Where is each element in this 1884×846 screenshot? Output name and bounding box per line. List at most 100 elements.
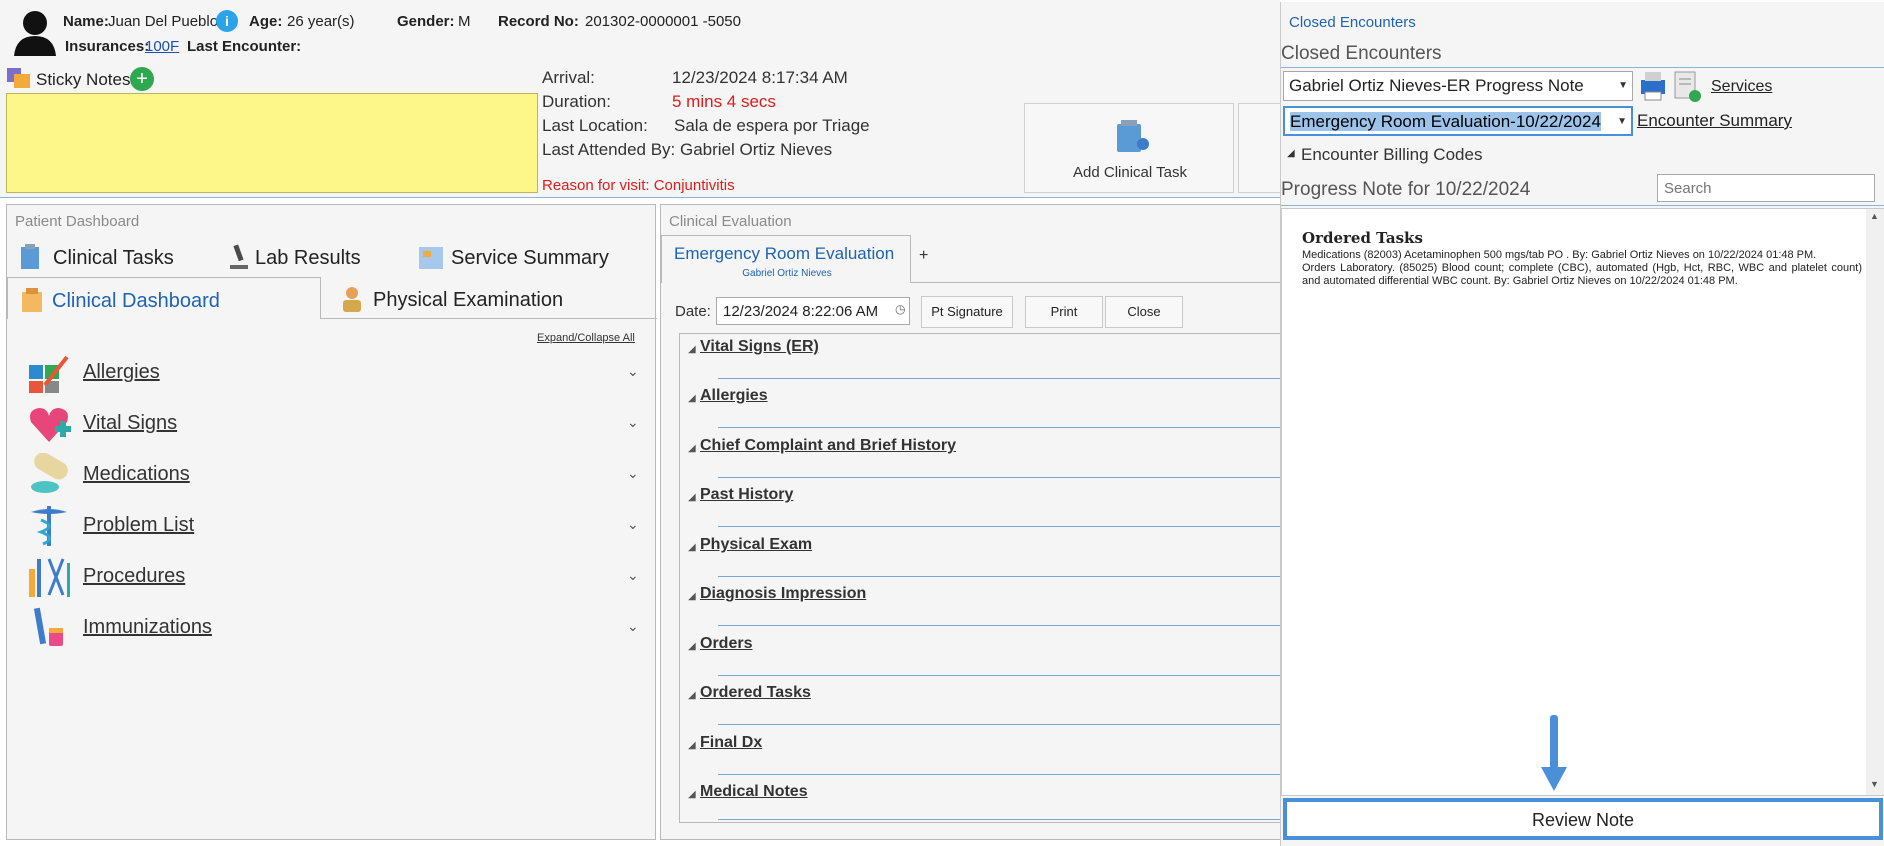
patient-name: Juan Del Pueblo [108, 13, 219, 30]
location-label: Last Location: [542, 116, 648, 135]
collapse-icon: ◢ [688, 443, 696, 454]
printer-icon[interactable] [1637, 70, 1669, 102]
review-note-button[interactable]: Review Note [1283, 798, 1883, 840]
tab-emergency-room-evaluation[interactable]: Emergency Room Evaluation Gabriel Ortiz … [661, 235, 911, 283]
dashboard-item-vital-signs[interactable]: Vital Signs ⌄ [21, 400, 641, 448]
section-diagnosis-impression[interactable]: ◢ Diagnosis Impression [680, 581, 1282, 629]
tab-clinical-dashboard[interactable]: Clinical Dashboard [7, 277, 321, 319]
date-label: Date: [675, 303, 711, 320]
vertical-scrollbar[interactable]: ▲ ▼ [1866, 209, 1884, 795]
microscope-icon [230, 244, 248, 269]
next-tile[interactable] [1238, 103, 1280, 193]
dashboard-item-medications[interactable]: Medications ⌄ [21, 451, 641, 499]
arrival-label: Arrival: [542, 68, 595, 87]
section-chief-complaint[interactable]: ◢ Chief Complaint and Brief History [680, 433, 1282, 481]
progress-note-select[interactable]: Gabriel Ortiz Nieves-ER Progress Note ▼ [1283, 71, 1633, 101]
patient-dashboard-title: Patient Dashboard [15, 213, 140, 230]
vital-signs-icon [30, 408, 71, 442]
date-field[interactable]: 12/23/2024 8:22:06 AM ◷ [716, 297, 910, 325]
close-button[interactable]: Close [1105, 296, 1183, 328]
tab-physical-examination[interactable]: Physical Examination [339, 283, 579, 317]
collapse-icon: ◢ [688, 393, 696, 404]
tab-service-summary[interactable]: Service Summary [417, 241, 627, 275]
record-label: Record No: [498, 13, 579, 30]
chevron-down-icon: ⌄ [627, 516, 639, 532]
section-physical-exam[interactable]: ◢ Physical Exam [680, 532, 1282, 580]
section-vital-signs[interactable]: ◢ Vital Signs (ER) [680, 334, 1282, 382]
pt-signature-button[interactable]: Pt Signature [921, 296, 1013, 328]
duration-value: 5 mins 4 secs [672, 92, 776, 111]
scroll-down-icon[interactable]: ▼ [1870, 779, 1879, 789]
medications-icon [31, 453, 68, 493]
name-label: Name: [63, 13, 109, 30]
section-ordered-tasks[interactable]: ◢ Ordered Tasks [680, 680, 1282, 728]
add-tab-button[interactable]: + [919, 247, 928, 265]
sticky-notes-label: Sticky Notes [36, 70, 131, 89]
duration-label: Duration: [542, 92, 611, 111]
clinical-evaluation-title: Clinical Evaluation [669, 213, 792, 230]
collapse-icon: ◢ [688, 591, 696, 602]
print-button[interactable]: Print [1025, 296, 1103, 328]
sticky-note-area[interactable] [6, 93, 538, 193]
note-orders-line: Orders Laboratory. (85025) Blood count; … [1302, 262, 1862, 287]
collapse-icon: ◢ [688, 641, 696, 652]
collapse-icon: ◢ [688, 690, 696, 701]
section-past-history[interactable]: ◢ Past History [680, 482, 1282, 530]
patient-age: 26 year(s) [287, 13, 355, 30]
last-encounter-label: Last Encounter: [187, 38, 302, 55]
dashboard-item-allergies[interactable]: Allergies ⌄ [21, 349, 641, 397]
section-allergies[interactable]: ◢ Allergies [680, 383, 1282, 431]
add-clinical-task-label: Add Clinical Task [1073, 164, 1187, 181]
calendar-icon[interactable]: ◷ [895, 302, 905, 316]
scroll-up-icon[interactable]: ▲ [1870, 211, 1879, 221]
services-link[interactable]: Services [1711, 78, 1772, 96]
age-label: Age: [249, 13, 283, 30]
record-number: 201302-0000001 -5050 [585, 13, 741, 30]
dashboard-item-immunizations[interactable]: Immunizations ⌄ [21, 604, 641, 652]
encounter-select[interactable]: Emergency Room Evaluation-10/22/2024 ▼ [1283, 106, 1633, 136]
export-document-icon[interactable] [1671, 70, 1703, 104]
search-input[interactable] [1657, 174, 1875, 202]
collapse-icon: ◢ [688, 740, 696, 751]
add-sticky-note-icon[interactable]: + [130, 67, 154, 91]
chevron-down-icon: ⌄ [627, 618, 639, 634]
closed-encounters-header: Closed Encounters [1281, 36, 1884, 68]
service-summary-icon [419, 247, 443, 269]
tab-lab-results[interactable]: Lab Results [227, 241, 387, 275]
tab-divider [321, 318, 657, 319]
gender-label: Gender: [397, 13, 455, 30]
tab-divider [911, 282, 1281, 283]
evaluation-sections: ◢ Vital Signs (ER) ◢ Allergies ◢ Chief C… [679, 333, 1282, 823]
dashboard-item-problem-list[interactable]: Problem List ⌄ [21, 502, 641, 550]
expand-collapse-all[interactable]: Expand/Collapse All [537, 332, 635, 344]
clinical-tasks-icon [21, 244, 39, 269]
collapse-icon: ◢ [688, 492, 696, 503]
progress-note-content: Ordered Tasks Medications (82003) Acetam… [1281, 208, 1884, 796]
patient-dashboard-panel: Patient Dashboard Clinical Tasks Lab Res… [6, 204, 657, 840]
expand-billing-icon[interactable]: ◢ [1287, 148, 1295, 159]
procedures-icon [29, 558, 70, 597]
attended-by: Last Attended By: Gabriel Ortiz Nieves [542, 140, 833, 159]
section-final-dx[interactable]: ◢ Final Dx [680, 730, 1282, 778]
tab-clinical-tasks[interactable]: Clinical Tasks [15, 241, 205, 275]
patient-header: Name: Juan Del Pueblo i Age: 26 year(s) … [0, 0, 1280, 198]
encounter-summary-link[interactable]: Encounter Summary [1637, 111, 1792, 131]
insurance-link[interactable]: 100F [145, 38, 179, 55]
avatar-icon [14, 11, 56, 56]
add-clinical-task-tile[interactable]: Add Clinical Task [1024, 103, 1234, 193]
chevron-down-icon: ⌄ [627, 363, 639, 379]
progress-note-header: Progress Note for 10/22/2024 [1281, 172, 1884, 206]
clinical-task-icon [1117, 120, 1149, 152]
chevron-down-icon: ⌄ [627, 414, 639, 430]
closed-encounters-link[interactable]: Closed Encounters [1289, 14, 1416, 31]
section-medical-notes[interactable]: ◢ Medical Notes [680, 779, 1282, 823]
clinical-dashboard-icon [22, 288, 42, 312]
patient-gender: M [458, 13, 471, 30]
info-icon[interactable]: i [216, 10, 238, 32]
dashboard-item-procedures[interactable]: Procedures ⌄ [21, 553, 641, 601]
collapse-icon: ◢ [688, 542, 696, 553]
clinical-evaluation-panel: Clinical Evaluation Emergency Room Evalu… [660, 204, 1282, 840]
doctor-icon [343, 287, 361, 312]
encounter-billing-codes[interactable]: Encounter Billing Codes [1301, 145, 1482, 165]
section-orders[interactable]: ◢ Orders [680, 631, 1282, 679]
